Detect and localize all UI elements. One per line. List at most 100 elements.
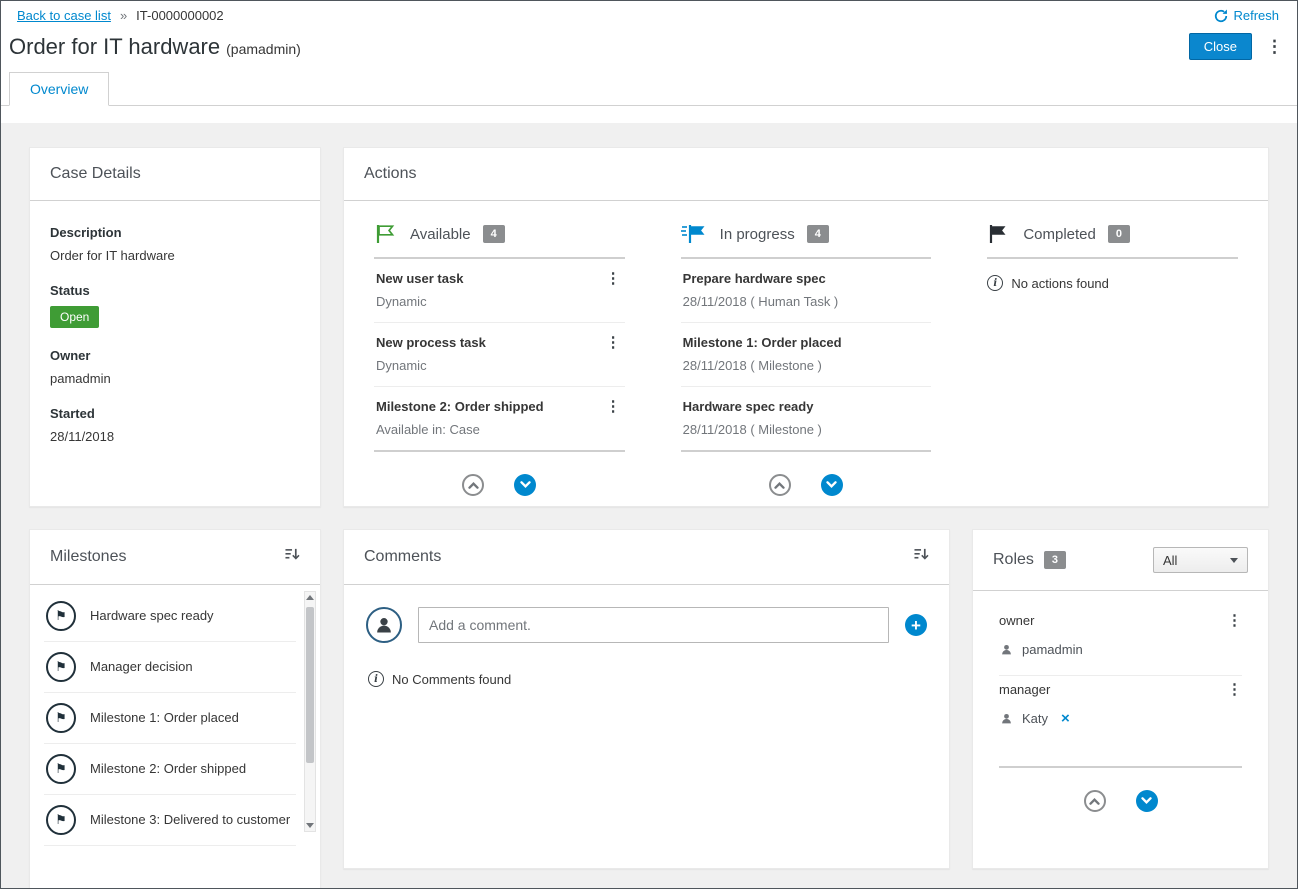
flag-wind-icon [681, 223, 708, 245]
flag-solid-icon [987, 223, 1011, 245]
action-item: Prepare hardware spec 28/11/2018 ( Human… [681, 259, 932, 323]
field-owner: Owner pamadmin [50, 348, 300, 386]
field-started: Started 28/11/2018 [50, 406, 300, 444]
comments-sort-icon[interactable] [914, 547, 929, 567]
role-group-manager: manager ⋮ Katy × [999, 676, 1242, 768]
action-item-subtitle: Available in: Case [376, 422, 623, 437]
action-item: Milestone 2: Order shipped Available in:… [374, 387, 625, 450]
page-down-button[interactable] [1136, 790, 1158, 812]
started-label: Started [50, 406, 300, 421]
milestone-label: Milestone 2: Order shipped [90, 759, 246, 779]
owner-value: pamadmin [50, 371, 300, 386]
plus-glyph: + [911, 617, 921, 634]
assignee-name: Katy [1022, 711, 1048, 726]
roles-title: Roles [993, 551, 1034, 569]
case-details-title: Case Details [50, 165, 141, 183]
no-comments-text: No Comments found [392, 672, 511, 687]
page-title-owner: (pamadmin) [226, 41, 301, 57]
action-item: Hardware spec ready 28/11/2018 ( Milesto… [681, 387, 932, 450]
scrollbar-track[interactable] [306, 603, 314, 820]
case-details-header: Case Details [30, 148, 320, 201]
in-progress-column-header: In progress 4 [681, 223, 932, 259]
in-progress-count-badge: 4 [807, 225, 829, 243]
chevron-down-icon [1141, 797, 1152, 805]
chevron-up-icon [1089, 797, 1100, 805]
comment-input-row: + [366, 607, 927, 643]
scrollbar-thumb[interactable] [306, 607, 314, 763]
page-down-button[interactable] [821, 474, 843, 496]
header-kebab-icon[interactable]: ⋮ [1266, 38, 1283, 55]
action-item-title: Hardware spec ready [683, 399, 930, 414]
action-item-subtitle: 28/11/2018 ( Milestone ) [683, 422, 930, 437]
scrollbar-down-arrow[interactable] [306, 823, 314, 828]
roles-pager [999, 790, 1242, 812]
milestone-flag-icon: ⚑ [46, 652, 76, 682]
milestone-label: Milestone 1: Order placed [90, 708, 239, 728]
page-up-button[interactable] [769, 474, 791, 496]
status-label: Status [50, 283, 300, 298]
tabs-content-gap [1, 106, 1297, 123]
no-actions-text: No actions found [1011, 276, 1109, 291]
user-icon [1000, 712, 1013, 725]
role-head: owner ⋮ [999, 613, 1242, 628]
milestone-flag-icon: ⚑ [46, 703, 76, 733]
user-avatar-icon [366, 607, 402, 643]
roles-header: Roles 3 All [973, 530, 1268, 591]
roles-filter-select[interactable]: All [1153, 547, 1248, 573]
close-button[interactable]: Close [1189, 33, 1252, 60]
description-label: Description [50, 225, 300, 240]
flag-outline-icon [374, 223, 398, 245]
role-assignee: pamadmin [1000, 642, 1242, 657]
milestone-item: ⚑ Milestone 3: Delivered to customer [44, 795, 296, 846]
action-item-subtitle: 28/11/2018 ( Milestone ) [683, 358, 930, 373]
refresh-button[interactable]: Refresh [1214, 8, 1279, 23]
role-kebab-icon[interactable]: ⋮ [1227, 682, 1242, 697]
actions-header: Actions [344, 148, 1268, 201]
in-progress-pager [681, 474, 932, 496]
comments-title: Comments [364, 548, 441, 566]
back-to-case-list-link[interactable]: Back to case list [17, 8, 111, 23]
action-item-title: Prepare hardware spec [683, 271, 930, 286]
info-icon: i [368, 671, 384, 687]
breadcrumb-current-case-id: IT-0000000002 [136, 8, 223, 23]
milestones-header: Milestones [30, 530, 320, 585]
info-icon: i [987, 275, 1003, 291]
comment-input[interactable] [418, 607, 889, 643]
flag-glyph: ⚑ [55, 710, 67, 726]
available-pager [374, 474, 625, 496]
milestone-item: ⚑ Milestone 1: Order placed [44, 693, 296, 744]
case-details-body: Description Order for IT hardware Status… [30, 201, 320, 488]
flag-glyph: ⚑ [55, 812, 67, 828]
action-item-kebab-icon[interactable]: ⋮ [606, 271, 621, 286]
milestones-sort-icon[interactable] [285, 547, 300, 567]
milestones-card: Milestones ⚑ Hardware spec ready ⚑ Manag… [29, 529, 321, 888]
actions-body: Available 4 New user task Dynamic ⋮ New … [344, 201, 1268, 496]
page-up-button[interactable] [462, 474, 484, 496]
completed-column-header: Completed 0 [987, 223, 1238, 259]
add-comment-button[interactable]: + [905, 614, 927, 636]
actions-completed-column: Completed 0 i No actions found [987, 223, 1238, 496]
available-list: New user task Dynamic ⋮ New process task… [374, 259, 625, 452]
remove-assignee-icon[interactable]: × [1061, 711, 1070, 726]
roles-count-badge: 3 [1044, 551, 1066, 569]
page-up-button[interactable] [1084, 790, 1106, 812]
action-item-kebab-icon[interactable]: ⋮ [606, 335, 621, 350]
milestone-label: Manager decision [90, 657, 193, 677]
role-kebab-icon[interactable]: ⋮ [1227, 613, 1242, 628]
completed-count-badge: 0 [1108, 225, 1130, 243]
tab-overview[interactable]: Overview [9, 72, 109, 106]
available-count-badge: 4 [483, 225, 505, 243]
page-title: Order for IT hardware [9, 34, 220, 60]
milestones-scrollbar[interactable] [304, 591, 316, 832]
flag-glyph: ⚑ [55, 659, 67, 675]
actions-card: Actions Available 4 New user task Dynami… [343, 147, 1269, 507]
chevron-up-icon [774, 481, 785, 489]
breadcrumb-bar: Back to case list » IT-0000000002 Refres… [1, 1, 1297, 25]
comments-body: + i No Comments found [344, 585, 949, 687]
action-item-title: New process task [376, 335, 623, 350]
page-down-button[interactable] [514, 474, 536, 496]
roles-card: Roles 3 All owner ⋮ pamadmin [972, 529, 1269, 869]
action-item-kebab-icon[interactable]: ⋮ [606, 399, 621, 414]
user-icon [1000, 643, 1013, 656]
scrollbar-up-arrow[interactable] [306, 595, 314, 600]
